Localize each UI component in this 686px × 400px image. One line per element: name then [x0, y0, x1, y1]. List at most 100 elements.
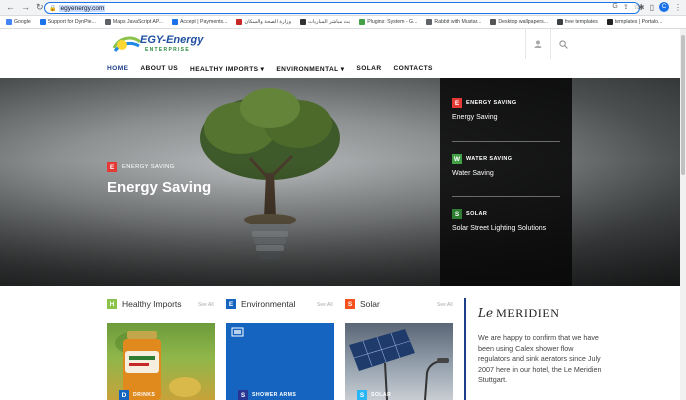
side-item-energy-saving[interactable]: E ENERGY SAVING Energy Saving — [452, 98, 560, 121]
card-category-badge[interactable]: S SOLAR — [357, 390, 391, 400]
card-shower-arms[interactable]: S SHOWER ARMS — [226, 323, 334, 400]
bookmark-item[interactable]: Plugins: System - G... — [359, 19, 417, 25]
bookmark-item[interactable]: بث مباشر المباريات — [300, 19, 350, 25]
address-bar[interactable]: 🔒 egyenergy.com — [44, 2, 640, 14]
bookmark-item[interactable]: free templates — [556, 19, 598, 25]
browser-toolbar: ← → ↻ 🔒 egyenergy.com G ⇪ ☆ ✱ ▯ C ⋮ — [0, 0, 686, 16]
testimonial-quote: We are happy to confirm that we have bee… — [478, 333, 602, 384]
category-letter-badge: S — [345, 299, 355, 309]
logo-swirl-icon — [112, 36, 142, 52]
side-item-title[interactable]: Water Saving — [452, 170, 560, 177]
google-lens-icon[interactable]: G — [612, 3, 617, 11]
favicon-icon — [39, 19, 46, 25]
section-title: Environmental — [241, 299, 296, 309]
back-icon[interactable]: ← — [6, 2, 15, 13]
category-letter-badge: E — [107, 162, 117, 172]
hero-category: ENERGY SAVING — [122, 164, 175, 170]
category-letter-badge: S — [452, 209, 462, 219]
divider — [452, 196, 560, 197]
lock-icon[interactable]: 🔒 — [49, 5, 56, 12]
card-drinks[interactable]: D DRINKS — [107, 323, 215, 400]
bookmark-item[interactable]: Desktop wallpapers... — [490, 19, 548, 25]
divider — [452, 141, 560, 142]
hero-shade — [0, 78, 686, 286]
favicon-icon — [6, 19, 12, 25]
side-item-water-saving[interactable]: W WATER SAVING Water Saving — [452, 154, 560, 177]
category-letter-badge: E — [226, 299, 236, 309]
favicon-icon — [426, 19, 433, 25]
see-all-link[interactable]: See All — [198, 302, 214, 308]
card-category-badge[interactable]: S SHOWER ARMS — [238, 390, 296, 400]
image-placeholder — [231, 327, 244, 337]
category-letter-badge: E — [452, 98, 462, 108]
testimonial-widget: Le MERIDIEN We are happy to confirm that… — [464, 298, 680, 400]
category-letter-badge: W — [452, 154, 462, 164]
scrollbar-thumb[interactable] — [681, 35, 685, 175]
card-solar[interactable]: S SOLAR — [345, 323, 453, 400]
see-all-link[interactable]: See All — [317, 302, 333, 308]
section-heading-solar[interactable]: S Solar — [345, 299, 380, 309]
menu-item-about-us[interactable]: ABOUT US — [140, 65, 178, 72]
favicon-icon — [490, 19, 497, 25]
card-category: DRINKS — [133, 392, 156, 398]
category-letter-badge: S — [357, 390, 367, 400]
card-category: SOLAR — [371, 392, 392, 398]
profile-avatar[interactable]: C — [659, 2, 669, 12]
see-all-link[interactable]: See All — [437, 302, 453, 308]
favicon-icon — [359, 19, 366, 25]
bookmark-item[interactable]: Maps JavaScript AP... — [104, 19, 163, 25]
reload-icon[interactable]: ↻ — [36, 2, 44, 13]
menu-item-environmental[interactable]: ENVIRONMENTAL ▾ — [276, 65, 344, 73]
search-button[interactable] — [550, 29, 575, 59]
user-account-button[interactable] — [525, 29, 550, 59]
bookmark-item[interactable]: Google — [6, 19, 31, 25]
section-title: Healthy Imports — [122, 299, 182, 309]
logo-subtitle: ENTERPRISE — [145, 47, 190, 53]
juice-jar-image — [115, 331, 201, 400]
section-heading-environmental[interactable]: E Environmental — [226, 299, 295, 309]
solar-panels-image — [349, 329, 449, 400]
bookmark-item[interactable]: Rabbit with Mustar... — [426, 19, 481, 25]
hero-side-panel: E ENERGY SAVING Energy Saving W WATER SA… — [440, 78, 572, 286]
side-item-category: ENERGY SAVING — [466, 100, 517, 106]
favicon-icon — [556, 19, 563, 25]
bookmark-item[interactable]: templates | Portalo... — [606, 19, 662, 25]
side-item-category: SOLAR — [466, 211, 488, 217]
site-logo[interactable]: EGY-Energy ENTERPRISE — [112, 32, 222, 56]
menu-item-solar[interactable]: SOLAR — [356, 65, 381, 72]
side-item-solar[interactable]: S SOLAR Solar Street Lighting Solutions — [452, 209, 560, 232]
menu-item-home[interactable]: HOME — [107, 65, 128, 72]
user-icon — [534, 40, 542, 48]
favicon-icon — [606, 19, 613, 25]
menu-item-contacts[interactable]: CONTACTS — [394, 65, 433, 72]
category-letter-badge: D — [119, 390, 129, 400]
favicon-icon — [104, 19, 111, 25]
favicon-icon — [300, 19, 307, 25]
url-text: egyenergy.com — [59, 4, 106, 12]
section-heading-healthy-imports[interactable]: H Healthy Imports — [107, 299, 182, 309]
bookmark-item[interactable]: Accept | Payments... — [171, 19, 227, 25]
side-item-category: WATER SAVING — [466, 156, 513, 162]
logo-title: EGY-Energy — [140, 34, 204, 46]
bookmark-item[interactable]: Support for DynPie... — [39, 19, 96, 25]
menu-item-healthy-imports[interactable]: HEALTHY IMPORTS ▾ — [190, 65, 264, 73]
side-item-title[interactable]: Energy Saving — [452, 114, 560, 121]
menu-dots-icon[interactable]: ⋮ — [674, 3, 682, 12]
main-menu: HOME ABOUT US HEALTHY IMPORTS ▾ ENVIRONM… — [0, 59, 686, 78]
extensions-icon[interactable]: ✱ — [638, 3, 645, 12]
card-category: SHOWER ARMS — [252, 392, 297, 398]
page-scrollbar[interactable] — [680, 29, 686, 400]
share-icon[interactable]: ⇪ — [623, 3, 629, 11]
bookmark-item[interactable]: وزارة الصحة والسكان — [236, 19, 291, 25]
hero-slider[interactable]: E ENERGY SAVING Energy Saving — [0, 78, 686, 286]
favicon-icon — [236, 19, 243, 25]
card-category-badge[interactable]: D DRINKS — [119, 390, 155, 400]
hero-title[interactable]: Energy Saving — [107, 179, 211, 196]
hero-category-badge[interactable]: E ENERGY SAVING — [107, 162, 175, 172]
le-meridien-logo: Le MERIDIEN — [478, 306, 560, 320]
side-item-title[interactable]: Solar Street Lighting Solutions — [452, 225, 560, 232]
bookmarks-bar: Google Support for DynPie... Maps JavaSc… — [0, 16, 686, 29]
side-panel-icon[interactable]: ▯ — [650, 3, 654, 12]
forward-icon[interactable]: → — [21, 2, 30, 13]
search-icon — [558, 39, 568, 49]
